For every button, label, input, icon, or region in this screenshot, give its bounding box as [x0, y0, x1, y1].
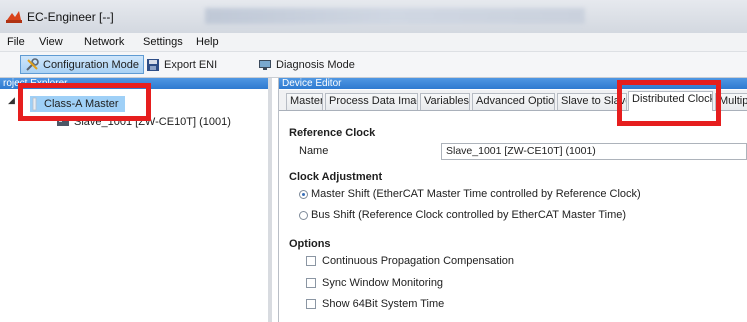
diagnosis-mode-button[interactable]: Diagnosis Mode	[254, 55, 359, 74]
reference-clock-heading: Reference Clock	[289, 127, 376, 139]
diagnosis-mode-icon	[259, 59, 271, 70]
menu-file[interactable]: File	[7, 36, 25, 48]
tab-variables[interactable]: Variables	[420, 93, 470, 110]
configuration-mode-icon	[26, 57, 39, 71]
configuration-mode-button[interactable]: Configuration Mode	[20, 55, 145, 74]
continuous-propagation-checkbox[interactable]	[306, 256, 316, 266]
reference-clock-name-field[interactable]: Slave_1001 [ZW-CE10T] (1001)	[441, 143, 747, 160]
app-logo-icon	[6, 11, 22, 23]
menu-network[interactable]: Network	[84, 36, 124, 48]
window-title: EC-Engineer [--]	[27, 10, 114, 24]
menu-view[interactable]: View	[39, 36, 63, 48]
master-shift-radio[interactable]	[299, 190, 308, 199]
menu-help[interactable]: Help	[196, 36, 219, 48]
options-heading: Options	[289, 238, 331, 250]
continuous-propagation-label: Continuous Propagation Compensation	[322, 255, 515, 267]
bus-shift-label: Bus Shift (Reference Clock controlled by…	[311, 209, 627, 221]
blurred-background-menu	[205, 8, 585, 24]
export-eni-icon	[147, 58, 159, 71]
toolbar: Configuration Mode Export ENI Diagnosis …	[0, 52, 747, 78]
export-eni-button[interactable]: Export ENI	[142, 55, 221, 74]
show-64bit-system-time-label: Show 64Bit System Time	[322, 298, 445, 310]
configuration-mode-label: Configuration Mode	[43, 58, 140, 71]
tab-master[interactable]: Master	[286, 93, 323, 110]
menu-settings[interactable]: Settings	[143, 36, 183, 48]
tab-process-data-image[interactable]: Process Data Image	[325, 93, 418, 110]
highlight-box-distributed-clocks	[617, 80, 721, 126]
sync-window-monitoring-checkbox[interactable]	[306, 278, 316, 288]
menu-bar: File View Network Settings Help	[0, 33, 747, 52]
clock-adjustment-heading: Clock Adjustment	[289, 171, 383, 183]
reference-clock-name-label: Name	[299, 145, 329, 157]
title-bar: EC-Engineer [--]	[0, 0, 747, 33]
highlight-box-master	[18, 83, 151, 121]
diagnosis-mode-label: Diagnosis Mode	[276, 58, 355, 71]
show-64bit-system-time-checkbox[interactable]	[306, 299, 316, 309]
sync-window-monitoring-label: Sync Window Monitoring	[322, 277, 444, 289]
export-eni-label: Export ENI	[164, 58, 218, 71]
master-shift-label: Master Shift (EtherCAT Master Time contr…	[311, 188, 641, 200]
tree-collapse-icon[interactable]: ◢	[8, 95, 15, 106]
bus-shift-radio[interactable]	[299, 211, 308, 220]
tab-advanced-options[interactable]: Advanced Options	[472, 93, 555, 110]
